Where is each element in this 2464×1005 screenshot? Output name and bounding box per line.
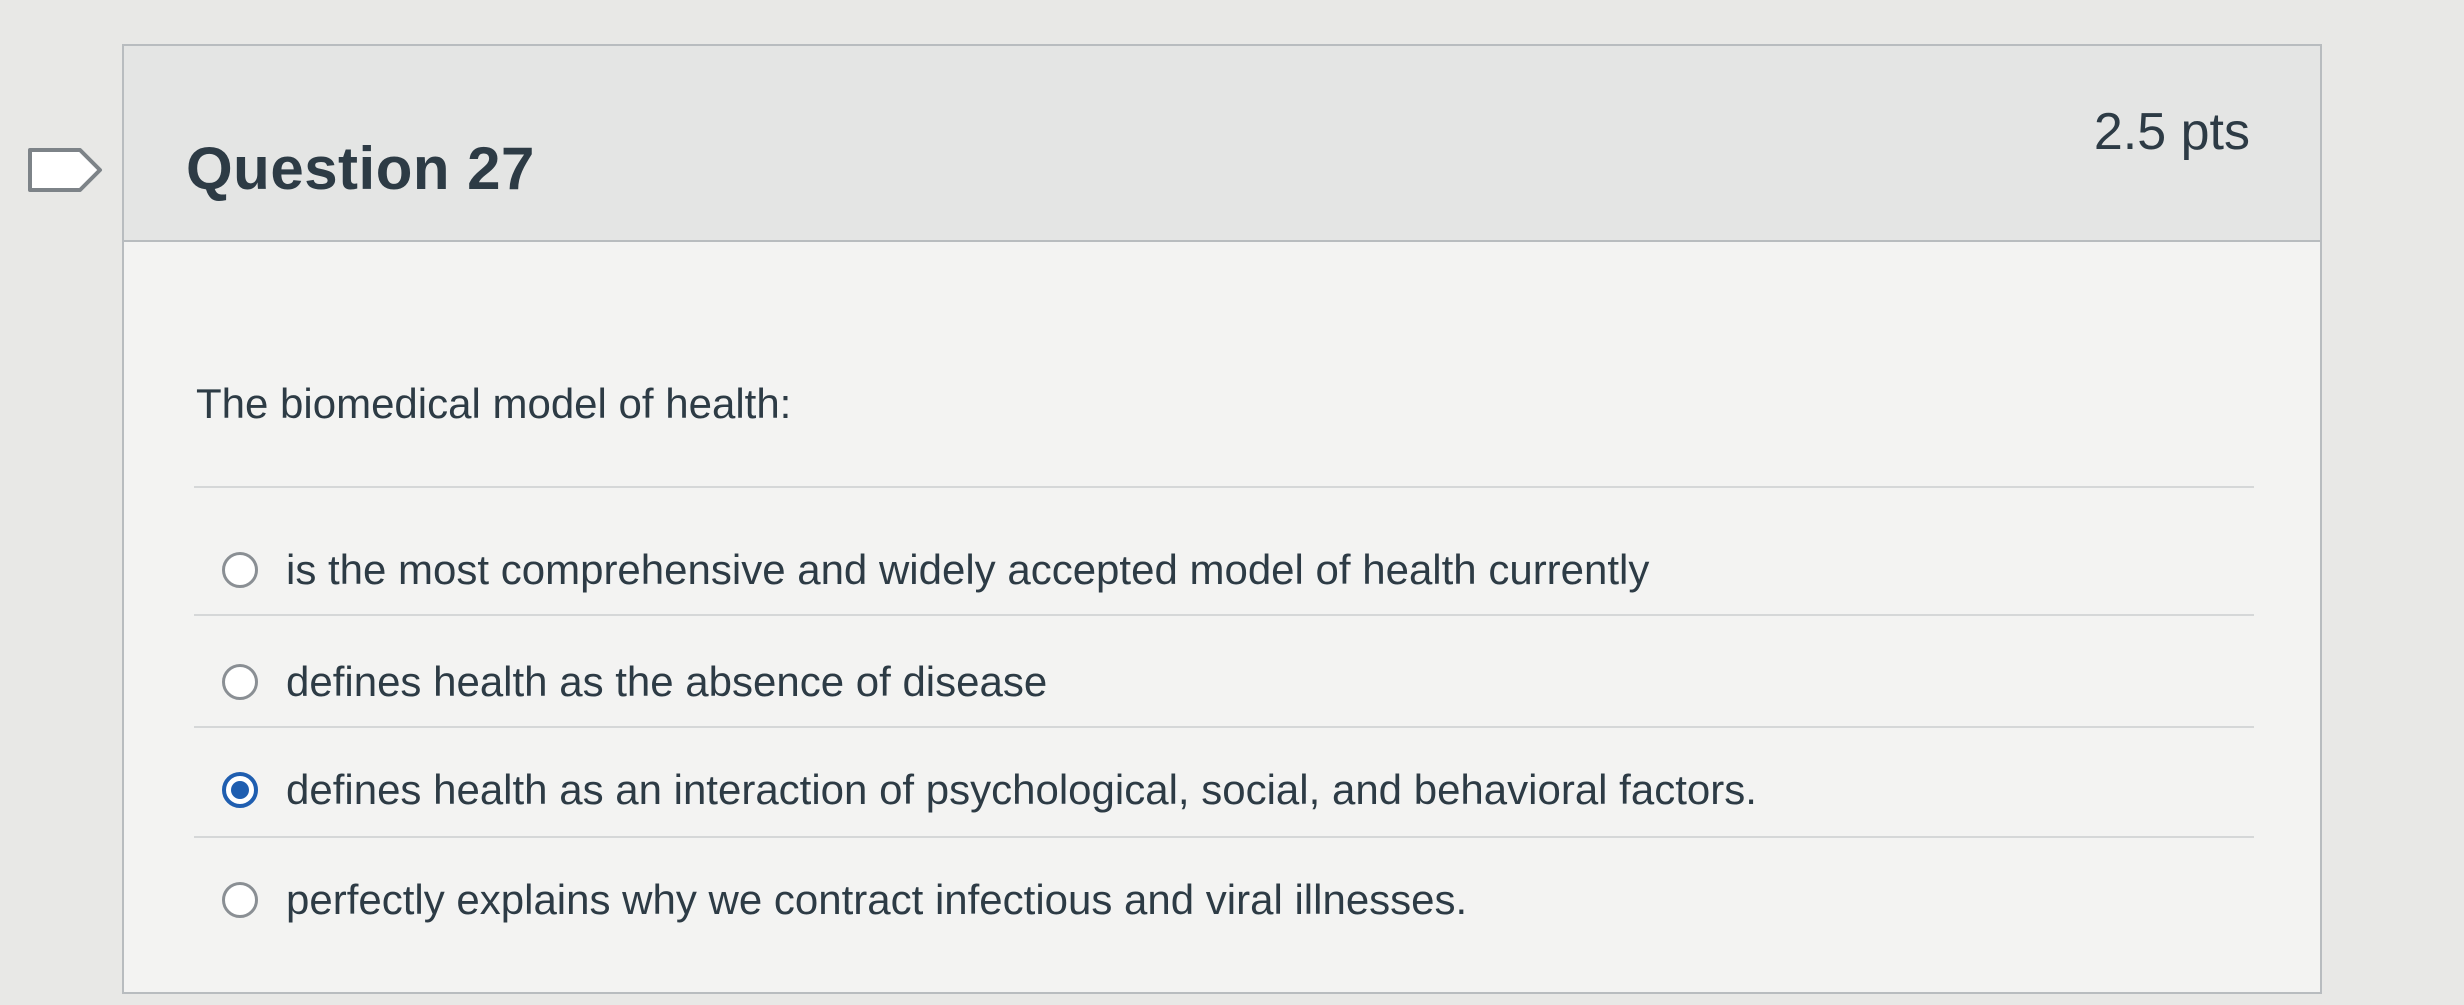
answer-option-1[interactable]: is the most comprehensive and widely acc… [222,534,1649,606]
bookmark-flag-icon[interactable] [26,146,106,194]
answer-label: defines health as the absence of disease [286,658,1048,705]
question-body: The biomedical model of health: is the m… [124,242,2320,996]
question-text: The biomedical model of health: [196,380,792,427]
divider [194,486,2254,488]
answer-label: is the most comprehensive and widely acc… [286,546,1650,593]
answer-option-4[interactable]: perfectly explains why we contract infec… [222,864,1467,936]
divider [194,726,2254,728]
radio-button[interactable] [222,552,258,588]
answer-option-3[interactable]: defines health as an interaction of psyc… [222,754,1757,826]
question-points: 2.5 pts [2093,103,2250,161]
divider [194,836,2254,838]
answer-option-2[interactable]: defines health as the absence of disease [222,646,1047,718]
question-title: Question 27 [186,135,535,202]
question-header: Question 27 2.5 pts [124,46,2320,242]
radio-button[interactable] [222,882,258,918]
radio-button[interactable] [222,664,258,700]
question-card: Question 27 2.5 pts The biomedical model… [122,44,2322,994]
answer-label: perfectly explains why we contract infec… [286,876,1468,923]
answer-label: defines health as an interaction of psyc… [286,766,1757,813]
divider [194,614,2254,616]
radio-button-selected[interactable] [222,772,258,808]
